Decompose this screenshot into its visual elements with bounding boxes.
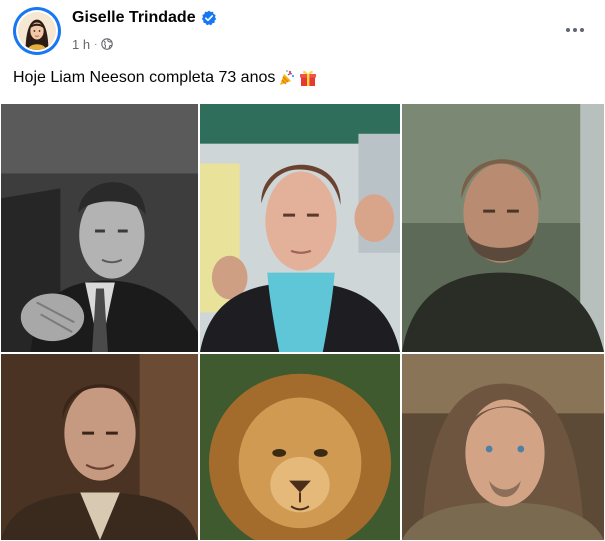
gift-icon (299, 69, 317, 87)
photo-long-haired-jedi (402, 354, 604, 540)
verified-badge-icon (201, 10, 217, 26)
globe-icon[interactable] (101, 38, 114, 50)
facebook-post: Giselle Trindade 1 h · Hoje Liam Neeson … (0, 0, 605, 541)
photo-4[interactable] (0, 353, 199, 541)
meta-separator: · (94, 38, 98, 50)
avatar-image (16, 10, 58, 52)
photo-man-brown-suit (1, 354, 198, 540)
photo-grid (0, 103, 605, 541)
photo-3[interactable] (401, 103, 605, 353)
photo-bearded-warrior (402, 104, 604, 352)
author-name[interactable]: Giselle Trindade (72, 9, 196, 27)
more-options-icon (566, 28, 570, 32)
post-timestamp[interactable]: 1 h (72, 37, 90, 52)
post-header: Giselle Trindade 1 h · (0, 0, 605, 62)
author-row: Giselle Trindade (72, 7, 217, 29)
photo-2[interactable] (199, 103, 401, 353)
photo-man-blue-turtleneck (200, 104, 400, 352)
avatar-illustration-icon (18, 12, 56, 50)
photo-1[interactable] (0, 103, 199, 353)
post-message: Hoje Liam Neeson completa 73 anos (13, 69, 276, 86)
photo-black-and-white-man (1, 104, 198, 352)
more-options-button[interactable] (559, 14, 591, 46)
avatar[interactable] (13, 7, 61, 55)
photo-6[interactable] (401, 353, 605, 541)
photo-5[interactable] (199, 353, 401, 541)
party-popper-icon (278, 69, 296, 87)
post-meta: 1 h · (72, 36, 114, 52)
photo-lion (200, 354, 400, 540)
post-text: Hoje Liam Neeson completa 73 anos (13, 67, 317, 89)
